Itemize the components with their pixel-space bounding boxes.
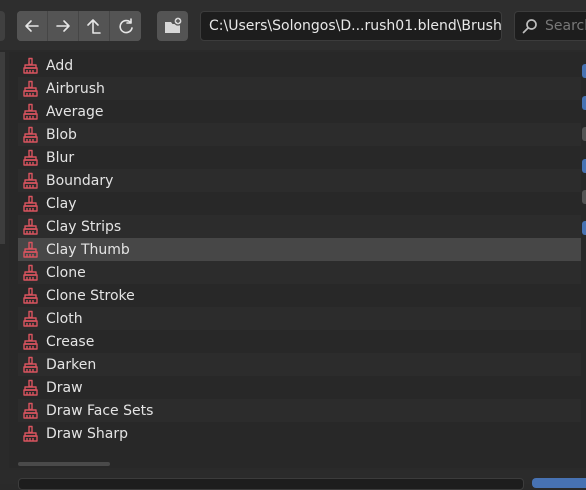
file-list-item[interactable]: Clone Stroke	[18, 284, 581, 307]
file-name-label: Clay Strips	[46, 218, 122, 235]
confirm-button[interactable]	[532, 478, 586, 488]
side-panel-edge[interactable]	[0, 11, 5, 41]
side-panel-edge-lower[interactable]	[0, 52, 5, 244]
file-list-item[interactable]: Add	[18, 54, 581, 77]
file-browser-header: C:\Users\Solongos\D...rush01.blend\Brush…	[0, 0, 586, 50]
file-name-label: Crease	[46, 333, 95, 350]
file-list-item[interactable]: Darken	[18, 353, 581, 376]
file-list-item[interactable]: Clay Thumb	[18, 238, 581, 261]
file-list-item[interactable]: Blob	[18, 123, 581, 146]
file-name-label: Boundary	[46, 172, 114, 189]
file-name-label: Average	[46, 103, 104, 120]
brush-icon	[21, 194, 41, 214]
new-folder-button[interactable]	[157, 11, 188, 41]
navigation-buttons	[17, 11, 141, 41]
filter-checkbox[interactable]	[582, 96, 586, 110]
brush-icon	[21, 286, 41, 306]
file-name-label: Draw Face Sets	[46, 402, 154, 419]
brush-icon	[21, 102, 41, 122]
filter-checkbox[interactable]	[582, 190, 586, 204]
file-list-item[interactable]: Clay	[18, 192, 581, 215]
brush-icon	[21, 332, 41, 352]
arrow-right-icon	[56, 20, 70, 32]
file-list-panel: Add Airbrush Average Blob Blur Boundary Clay Cl…	[9, 52, 586, 468]
search-placeholder: Search	[545, 18, 586, 34]
file-list-item[interactable]: Blur	[18, 146, 581, 169]
brush-icon	[21, 424, 41, 444]
brush-icon	[21, 148, 41, 168]
file-list-item[interactable]: Draw	[18, 376, 581, 399]
file-list-item[interactable]: Draw Face Sets	[18, 399, 581, 422]
directory-path-input[interactable]: C:\Users\Solongos\D...rush01.blend\Brush…	[200, 11, 502, 41]
file-name-label: Darken	[46, 356, 97, 373]
new-folder-icon	[164, 16, 183, 33]
refresh-icon	[118, 18, 133, 34]
brush-icon	[21, 355, 41, 375]
file-list-item[interactable]: Clay Strips	[18, 215, 581, 238]
forward-button[interactable]	[48, 11, 79, 41]
file-name-label: Draw	[46, 379, 83, 396]
parent-directory-button[interactable]	[79, 11, 110, 41]
brush-icon	[21, 309, 41, 329]
file-list-item[interactable]: Crease	[18, 330, 581, 353]
search-input[interactable]: Search	[514, 11, 586, 41]
brush-icon	[21, 171, 41, 191]
filter-checkbox[interactable]	[582, 221, 586, 235]
filter-checkbox[interactable]	[582, 159, 586, 173]
file-list-item[interactable]: Draw Sharp	[18, 422, 581, 445]
horizontal-scrollbar[interactable]	[18, 462, 110, 466]
file-name-label: Clay Thumb	[46, 241, 130, 258]
filter-checkbox[interactable]	[582, 64, 586, 78]
brush-icon	[21, 240, 41, 260]
parent-directory-icon	[87, 19, 101, 34]
file-name-label: Airbrush	[46, 80, 105, 97]
file-name-label: Clay	[46, 195, 77, 212]
brush-icon	[21, 378, 41, 398]
file-name-label: Clone	[46, 264, 86, 281]
filename-input[interactable]	[18, 478, 524, 490]
refresh-button[interactable]	[110, 11, 141, 41]
search-icon	[522, 19, 537, 34]
brush-icon	[21, 125, 41, 145]
file-list-item[interactable]: Cloth	[18, 307, 581, 330]
file-name-label: Blob	[46, 126, 77, 143]
file-name-label: Cloth	[46, 310, 83, 327]
brush-icon	[21, 56, 41, 76]
arrow-left-icon	[25, 20, 39, 32]
brush-icon	[21, 79, 41, 99]
file-list-item[interactable]: Airbrush	[18, 77, 581, 100]
file-name-label: Draw Sharp	[46, 425, 128, 442]
file-list-item[interactable]: Clone	[18, 261, 581, 284]
brush-icon	[21, 263, 41, 283]
file-name-label: Blur	[46, 149, 75, 166]
brush-icon	[21, 217, 41, 237]
brush-icon	[21, 401, 41, 421]
file-name-label: Clone Stroke	[46, 287, 135, 304]
file-list: Add Airbrush Average Blob Blur Boundary Clay Cl…	[18, 54, 581, 445]
file-list-item[interactable]: Boundary	[18, 169, 581, 192]
file-name-label: Add	[46, 57, 74, 74]
back-button[interactable]	[17, 11, 48, 41]
filter-checkbox[interactable]	[582, 127, 586, 141]
file-list-item[interactable]: Average	[18, 100, 581, 123]
